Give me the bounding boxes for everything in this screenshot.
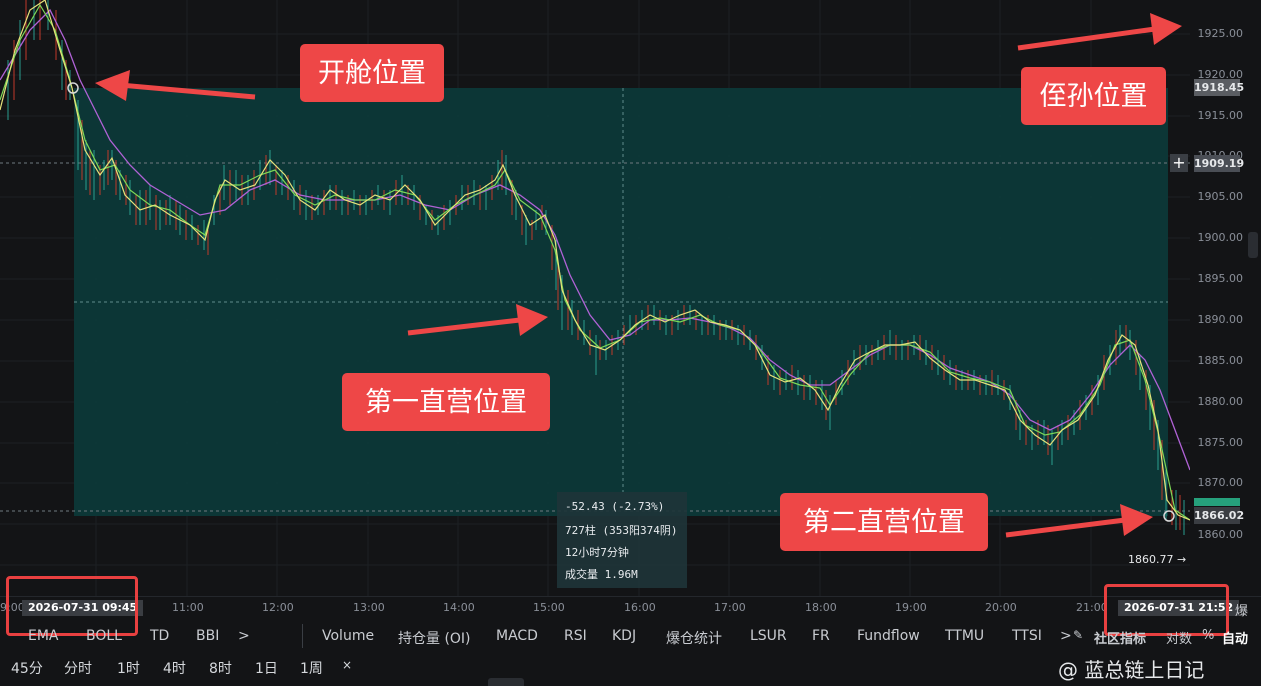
measure-tooltip: -52.43 (-2.73%) 727柱 (353阳374阴) 12小时7分钟 … [557,492,687,588]
timeframe-8h[interactable]: 8时 [209,658,232,678]
indicator-oi[interactable]: 持仓量 (OI) [398,628,471,648]
crosshair-price-tag: 1909.19 [1194,155,1245,172]
tooltip-volume: 成交量 1.96M [565,568,638,581]
annotation-first: 第一直营位置 [342,373,550,431]
time-tick: 11:00 [172,601,204,614]
crosshair-plus-button[interactable]: + [1170,154,1188,172]
time-tick: 21:00 [1076,601,1108,614]
price-tick: 1895.00 [1197,272,1244,285]
indicator-fundflow[interactable]: Fundflow [857,628,920,644]
percent-scale-toggle[interactable]: % [1202,628,1214,643]
price-tick: 1880.00 [1197,395,1244,408]
axis-collapse-handle[interactable] [1248,232,1258,258]
time-tick: 16:00 [624,601,656,614]
edit-icon[interactable]: ✎ [1073,628,1083,642]
tooltip-change: -52.43 (-2.73%) [565,500,665,513]
timeframe-1w[interactable]: 1周 [300,658,323,678]
low-price-label: 1860.77 → [1128,553,1186,566]
timeframe-1d[interactable]: 1日 [255,658,278,678]
annotation-stop: 侄孙位置 [1021,67,1166,125]
indicator-lsur[interactable]: LSUR [750,628,787,644]
time-tick: 12:00 [262,601,294,614]
timeframe-1h[interactable]: 1时 [117,658,140,678]
indicator-td[interactable]: TD [150,628,169,644]
time-tick: 14:00 [443,601,475,614]
timeframe-toolbar: 45分 分时 1时 4时 8时 1日 1周 × @ 蓝总链上日记 [0,654,1261,682]
price-tick: 1885.00 [1197,354,1244,367]
price-tick: 1875.00 [1197,436,1244,449]
price-tick: 1890.00 [1197,313,1244,326]
price-tick: 1905.00 [1197,190,1244,203]
indicator-bbi[interactable]: BBI [196,628,219,644]
entry-price-tag: 1918.45 [1194,79,1245,96]
time-tick: 20:00 [985,601,1017,614]
last-price-tag [1194,498,1240,506]
indicator-ttsi[interactable]: TTSI [1012,628,1042,644]
time-axis[interactable]: 9:00 11:00 12:00 13:00 14:00 15:00 16:00… [0,596,1261,619]
indicator-toolbar: EMA BOLL TD BBI > Volume 持仓量 (OI) MACD R… [0,624,1261,650]
log-scale-toggle[interactable]: 对数 [1166,628,1192,647]
auto-scale-toggle[interactable]: 自动 [1222,628,1248,647]
indicator-fr[interactable]: FR [812,628,830,644]
watermark: @ 蓝总链上日记 [1058,658,1205,682]
price-axis[interactable]: 1925.00 1920.00 1915.00 1910.00 1905.00 … [1190,0,1261,596]
toolbar-divider [302,624,303,648]
timeframe-tick[interactable]: 分时 [64,658,92,678]
indicator-macd[interactable]: MACD [496,628,538,644]
timeframe-4h[interactable]: 4时 [163,658,186,678]
indicator-ttmu[interactable]: TTMU [945,628,984,644]
indicator-volume[interactable]: Volume [322,628,374,644]
indicator-kdj[interactable]: KDJ [612,628,636,644]
chevron-right-icon[interactable]: > [1060,628,1072,644]
chevron-right-icon[interactable]: > [238,628,250,644]
indicator-ema[interactable]: EMA [28,628,59,644]
current-price-tag: 1866.02 [1194,507,1245,524]
indicator-liquidation[interactable]: 爆仓统计 [666,628,722,648]
panel-expand-handle[interactable] [488,678,524,686]
time-tick: 19:00 [895,601,927,614]
annotation-second: 第二直营位置 [780,493,988,551]
annotation-open: 开舱位置 [300,44,444,102]
price-tick: 1925.00 [1197,27,1244,40]
price-tick: 1870.00 [1197,476,1244,489]
time-tick: 15:00 [533,601,565,614]
tooltip-duration: 12小时7分钟 [565,546,629,559]
community-indicators[interactable]: 社区指标 [1094,628,1146,647]
timeframe-45m[interactable]: 45分 [11,658,43,678]
price-tick: 1900.00 [1197,231,1244,244]
price-tick: 1860.00 [1197,528,1244,541]
tooltip-bars: 727柱 (353阳374阴) [565,524,678,537]
price-tick: 1915.00 [1197,109,1244,122]
time-tick: 17:00 [714,601,746,614]
time-tick: 13:00 [353,601,385,614]
indicator-rsi[interactable]: RSI [564,628,587,644]
liquidation-side-label[interactable]: 爆 [1235,600,1248,619]
indicator-boll[interactable]: BOLL [86,628,122,644]
close-icon[interactable]: × [342,658,352,672]
time-tick: 18:00 [805,601,837,614]
